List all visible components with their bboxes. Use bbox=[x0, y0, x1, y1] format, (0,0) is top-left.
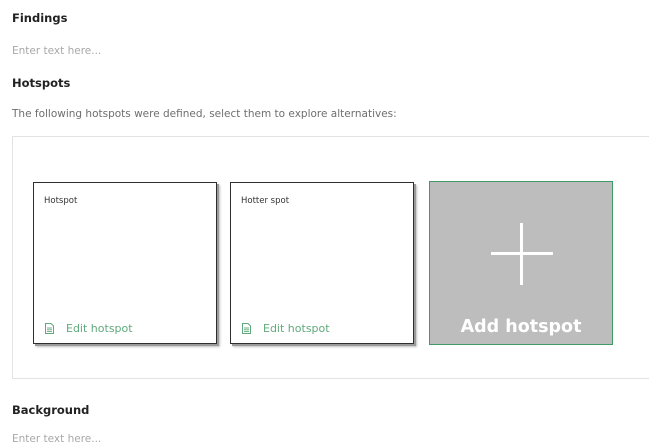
edit-hotspot-label: Edit hotspot bbox=[66, 322, 133, 335]
background-text-field[interactable]: Enter text here... bbox=[12, 433, 101, 445]
background-heading: Background bbox=[12, 403, 90, 417]
hotspots-description: The following hotspots were defined, sel… bbox=[12, 108, 397, 120]
hotspots-heading: Hotspots bbox=[12, 76, 71, 90]
edit-hotspot-link[interactable]: Edit hotspot bbox=[45, 322, 133, 335]
edit-hotspot-label: Edit hotspot bbox=[263, 322, 330, 335]
page: Findings Enter text here... Hotspots The… bbox=[0, 0, 649, 447]
hotspot-card[interactable]: Hotspot Edit hotspot bbox=[33, 182, 217, 344]
document-icon bbox=[45, 323, 54, 334]
add-hotspot-button[interactable]: Add hotspot bbox=[429, 181, 613, 345]
add-hotspot-label: Add hotspot bbox=[460, 317, 582, 337]
hotspot-card-name: Hotter spot bbox=[241, 196, 290, 206]
hotspot-card-name: Hotspot bbox=[44, 196, 78, 206]
document-icon bbox=[242, 323, 251, 334]
hotspot-card[interactable]: Hotter spot Edit hotspot bbox=[230, 182, 414, 344]
findings-text-field[interactable]: Enter text here... bbox=[12, 45, 101, 57]
edit-hotspot-link[interactable]: Edit hotspot bbox=[242, 322, 330, 335]
findings-heading: Findings bbox=[12, 11, 68, 25]
plus-icon bbox=[491, 223, 553, 285]
